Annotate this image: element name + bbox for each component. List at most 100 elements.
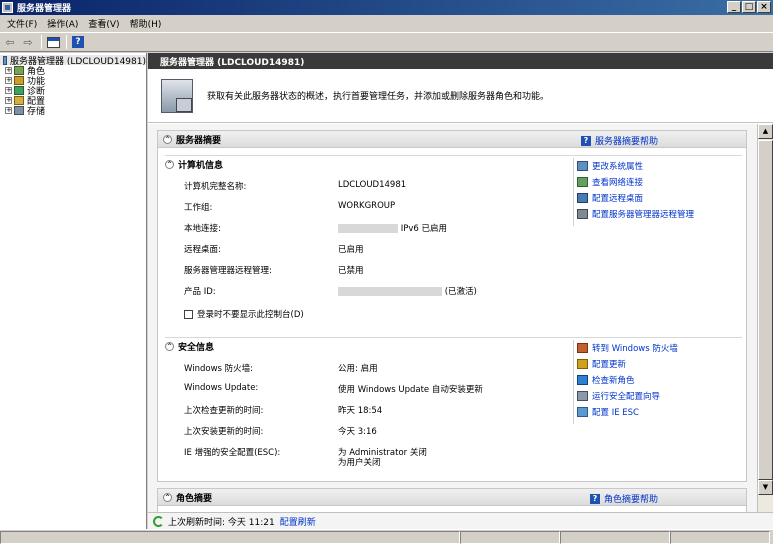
server-icon: [3, 55, 7, 65]
roles-summary-help-link[interactable]: ? 角色摘要帮助: [589, 492, 658, 505]
expand-icon[interactable]: +: [5, 106, 12, 114]
server-summary-title: 服务器摘要: [176, 135, 222, 146]
action-label: 检查新角色: [592, 376, 635, 386]
expand-icon[interactable]: +: [5, 76, 12, 84]
banner-text: 获取有关此服务器状态的概述，执行首要管理任务，并添加或删除服务器角色和功能。: [207, 92, 550, 102]
last-install-value: 今天 3:16: [338, 427, 377, 437]
computer-info-subsection: ^ 计算机信息 计算机完整名称: LDCLOUD14981 工作组: WORKG…: [165, 155, 742, 327]
redacted-product-id: [338, 287, 442, 296]
tree-item-diagnostics[interactable]: + 诊断: [0, 85, 146, 97]
new-roles-icon: [577, 375, 588, 385]
hide-console-label: 登录时不要显示此控制台(D): [197, 310, 304, 320]
hide-console-checkbox[interactable]: [184, 310, 193, 319]
remote-desktop-value: 已启用: [338, 245, 364, 255]
go-to-firewall-link[interactable]: 转到 Windows 防火墙: [577, 340, 678, 356]
remote-management-value: 已禁用: [338, 266, 364, 276]
windows-update-label: Windows Update:: [184, 383, 259, 393]
action-label: 运行安全配置向导: [592, 392, 661, 402]
status-cell: [670, 531, 770, 544]
help-button[interactable]: ?: [70, 34, 86, 50]
tree-item-storage[interactable]: + 存储: [0, 105, 146, 117]
server-manager-banner-icon: [161, 78, 193, 113]
diagnostics-icon: [14, 85, 24, 95]
system-properties-icon: [577, 161, 588, 171]
redacted-address: [338, 224, 398, 233]
change-system-properties-link[interactable]: 更改系统属性: [577, 158, 694, 174]
action-label: 配置服务器管理器远程管理: [592, 210, 695, 220]
firewall-value: 公用: 启用: [338, 364, 378, 374]
menu-view[interactable]: 查看(V): [83, 17, 124, 30]
expand-icon[interactable]: +: [5, 86, 12, 94]
ipv6-status: IPv6 已启用: [400, 224, 447, 234]
close-button[interactable]: ×: [757, 1, 771, 13]
remote-management-label: 服务器管理器远程管理:: [184, 266, 272, 276]
tree-item-roles[interactable]: + 角色: [0, 65, 146, 77]
collapse-icon[interactable]: ^: [163, 134, 172, 144]
workgroup-label: 工作组:: [184, 203, 213, 213]
ie-esc-icon: [577, 407, 588, 417]
maximize-button[interactable]: □: [742, 1, 756, 13]
expand-icon[interactable]: +: [5, 66, 12, 74]
server-summary-header: ^ 服务器摘要 ? 服务器摘要帮助: [158, 131, 746, 148]
security-wizard-icon: [577, 391, 588, 401]
toolbar-separator: [66, 35, 67, 49]
status-cell: [0, 531, 460, 544]
security-info-actions: 转到 Windows 防火墙 配置更新 检查新角色 运行安全配置向导 配置 IE…: [573, 340, 678, 424]
hide-console-option[interactable]: 登录时不要显示此控制台(D): [184, 308, 304, 320]
ie-esc-user-value: 为用户关闭: [338, 458, 381, 468]
server-summary-help-link[interactable]: ? 服务器摘要帮助: [580, 134, 658, 147]
tree-item-features[interactable]: + 功能: [0, 75, 146, 87]
refresh-icon: [153, 515, 164, 527]
remote-management-icon: [577, 209, 588, 219]
tree-item-configuration[interactable]: + 配置: [0, 95, 146, 107]
action-label: 转到 Windows 防火墙: [592, 344, 678, 354]
scrollbar-thumb[interactable]: [758, 140, 773, 480]
configure-updates-link[interactable]: 配置更新: [577, 356, 678, 372]
security-wizard-link[interactable]: 运行安全配置向导: [577, 388, 678, 404]
view-network-connections-link[interactable]: 查看网络连接: [577, 174, 694, 190]
forward-arrow-icon[interactable]: ⇨: [20, 34, 36, 50]
security-info-subsection: ^ 安全信息 Windows 防火墙: 公用: 启用 Windows Updat…: [165, 337, 742, 477]
configure-ie-esc-link[interactable]: 配置 IE ESC: [577, 404, 678, 420]
help-icon: ?: [580, 135, 591, 146]
help-icon: ?: [72, 36, 84, 48]
action-label: 配置更新: [592, 360, 627, 370]
storage-icon: [14, 105, 24, 115]
configure-refresh-link[interactable]: 配置刷新: [280, 515, 316, 528]
firewall-icon: [577, 343, 588, 353]
action-label: 配置远程桌面: [592, 194, 644, 204]
vertical-scrollbar[interactable]: ▲ ▼: [757, 124, 773, 512]
computer-info-title: 计算机信息: [178, 161, 224, 171]
show-hide-console-tree-button[interactable]: [45, 34, 61, 50]
tree-item-server-manager[interactable]: 服务器管理器 (LDCLOUD14981): [0, 55, 146, 67]
roles-icon: [14, 65, 24, 75]
check-new-roles-link[interactable]: 检查新角色: [577, 372, 678, 388]
security-info-header: ^ 安全信息: [165, 340, 214, 353]
menu-action[interactable]: 操作(A): [42, 17, 83, 30]
full-computer-name-value: LDCLOUD14981: [338, 180, 407, 190]
expand-icon[interactable]: +: [5, 96, 12, 104]
menu-file[interactable]: 文件(F): [2, 17, 42, 30]
menu-bar: 文件(F) 操作(A) 查看(V) 帮助(H): [0, 15, 773, 32]
windows-update-value: 使用 Windows Update 自动安装更新: [338, 385, 483, 395]
details-pane: 服务器管理器 (LDCLOUD14981) 获取有关此服务器状态的概述，执行首要…: [148, 53, 773, 529]
server-manager-icon: [2, 2, 13, 13]
minimize-button[interactable]: _: [727, 1, 741, 13]
ie-esc-label: IE 增强的安全配置(ESC):: [184, 448, 281, 458]
product-id-label: 产品 ID:: [184, 287, 216, 297]
product-id-value: (已激活): [338, 285, 477, 297]
summary-scroll-area[interactable]: ^ 服务器摘要 ? 服务器摘要帮助 ^ 计算机信息 计算机完整名称: LDCLO…: [148, 124, 773, 512]
collapse-icon[interactable]: ^: [163, 492, 172, 502]
last-install-label: 上次安装更新的时间:: [184, 427, 264, 437]
scroll-down-icon[interactable]: ▼: [758, 480, 773, 495]
collapse-icon[interactable]: ^: [165, 160, 174, 169]
scroll-up-icon[interactable]: ▲: [758, 124, 773, 139]
help-link-label: 角色摘要帮助: [603, 495, 658, 505]
configure-remote-management-link[interactable]: 配置服务器管理器远程管理: [577, 206, 694, 222]
activation-status: (已激活): [444, 287, 477, 297]
back-arrow-icon[interactable]: ⇦: [2, 34, 18, 50]
configure-remote-desktop-link[interactable]: 配置远程桌面: [577, 190, 694, 206]
full-computer-name-label: 计算机完整名称:: [184, 182, 247, 192]
collapse-icon[interactable]: ^: [165, 342, 174, 351]
menu-help[interactable]: 帮助(H): [125, 17, 167, 30]
